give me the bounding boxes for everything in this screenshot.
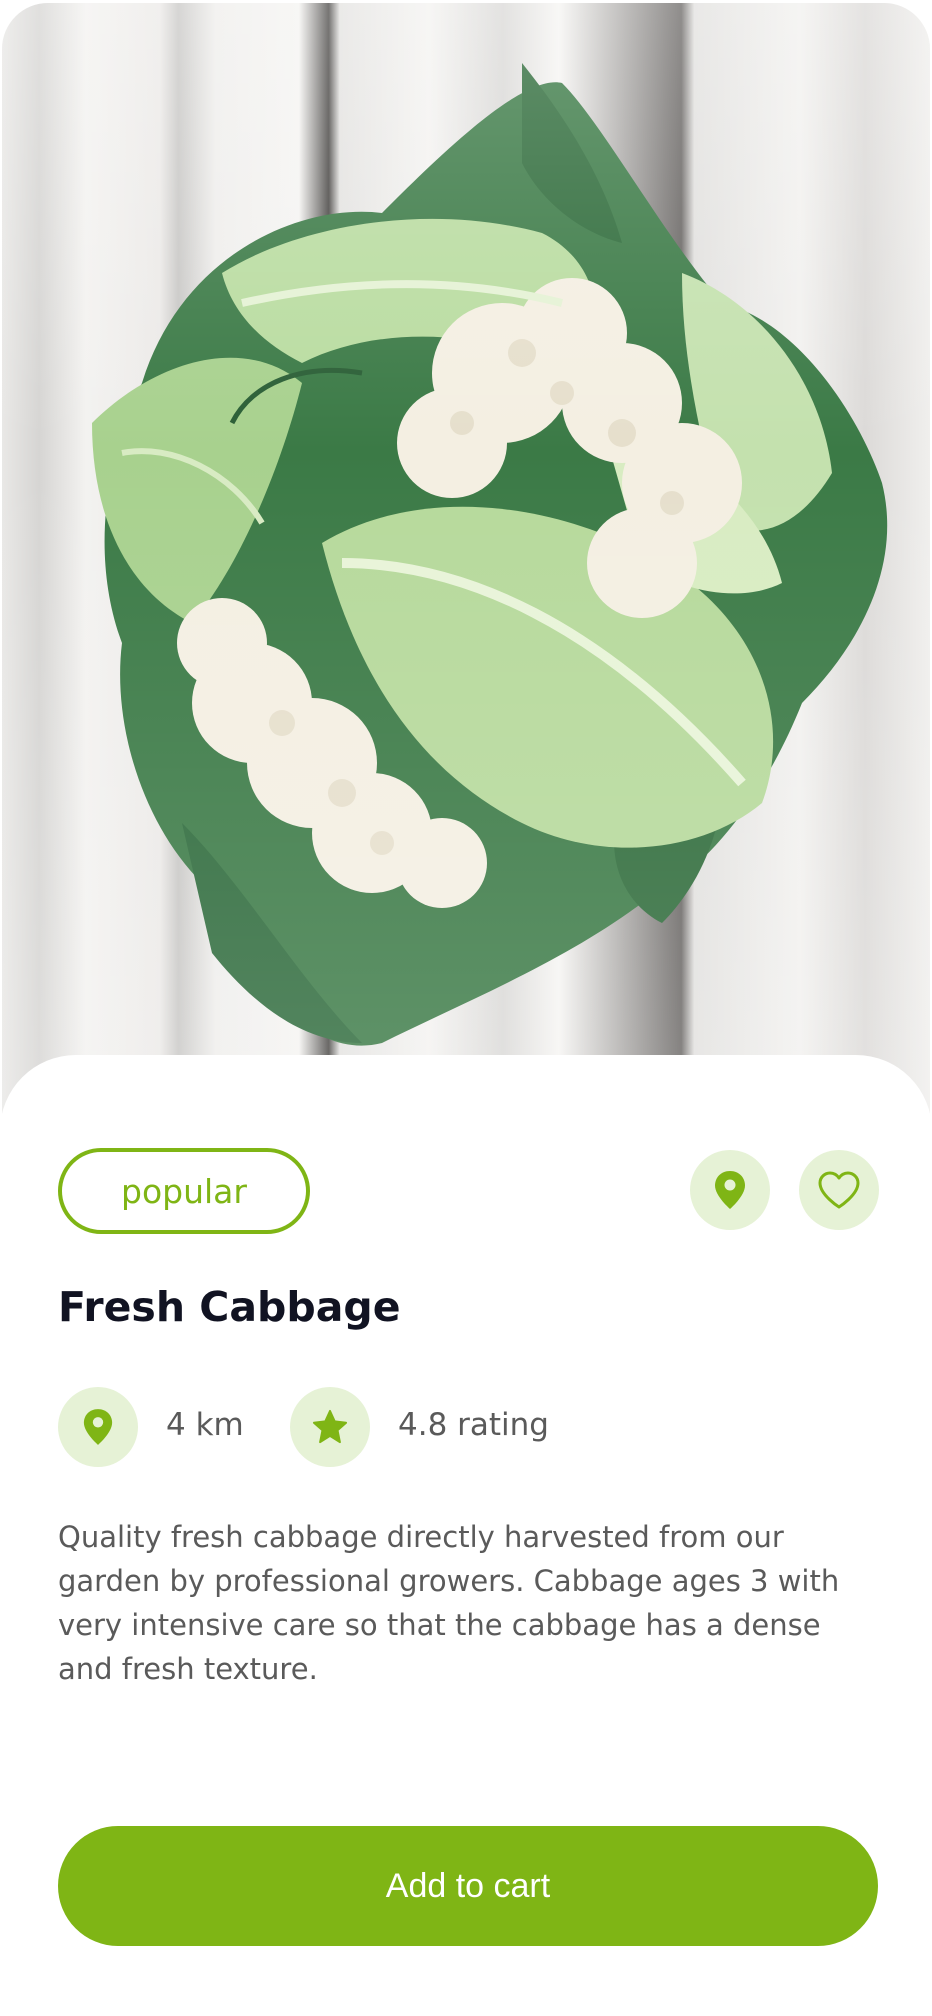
product-description: Quality fresh cabbage directly harvested… xyxy=(58,1520,840,1686)
heart-icon xyxy=(818,1171,860,1209)
tag-label: popular xyxy=(121,1171,247,1211)
distance-text: 4 km xyxy=(166,1407,244,1443)
rating-icon-badge xyxy=(290,1387,370,1467)
map-pin-icon xyxy=(83,1409,113,1445)
product-photo xyxy=(2,3,930,1123)
product-title: Fresh Cabbage xyxy=(58,1283,401,1331)
distance-icon-badge xyxy=(58,1387,138,1467)
location-button[interactable] xyxy=(690,1150,770,1230)
popular-tag: popular xyxy=(58,1148,310,1234)
cauliflower-illustration xyxy=(92,63,888,1046)
add-to-cart-label: Add to cart xyxy=(385,1866,551,1905)
favorite-button[interactable] xyxy=(799,1150,879,1230)
product-detail-screen: popular Fresh Cabbage 4 km 4.8 rating Qu… xyxy=(0,0,932,2016)
star-icon xyxy=(312,1409,348,1444)
add-to-cart-button[interactable]: Add to cart xyxy=(58,1826,878,1946)
map-pin-icon xyxy=(715,1171,745,1209)
rating-text: 4.8 rating xyxy=(398,1407,549,1443)
